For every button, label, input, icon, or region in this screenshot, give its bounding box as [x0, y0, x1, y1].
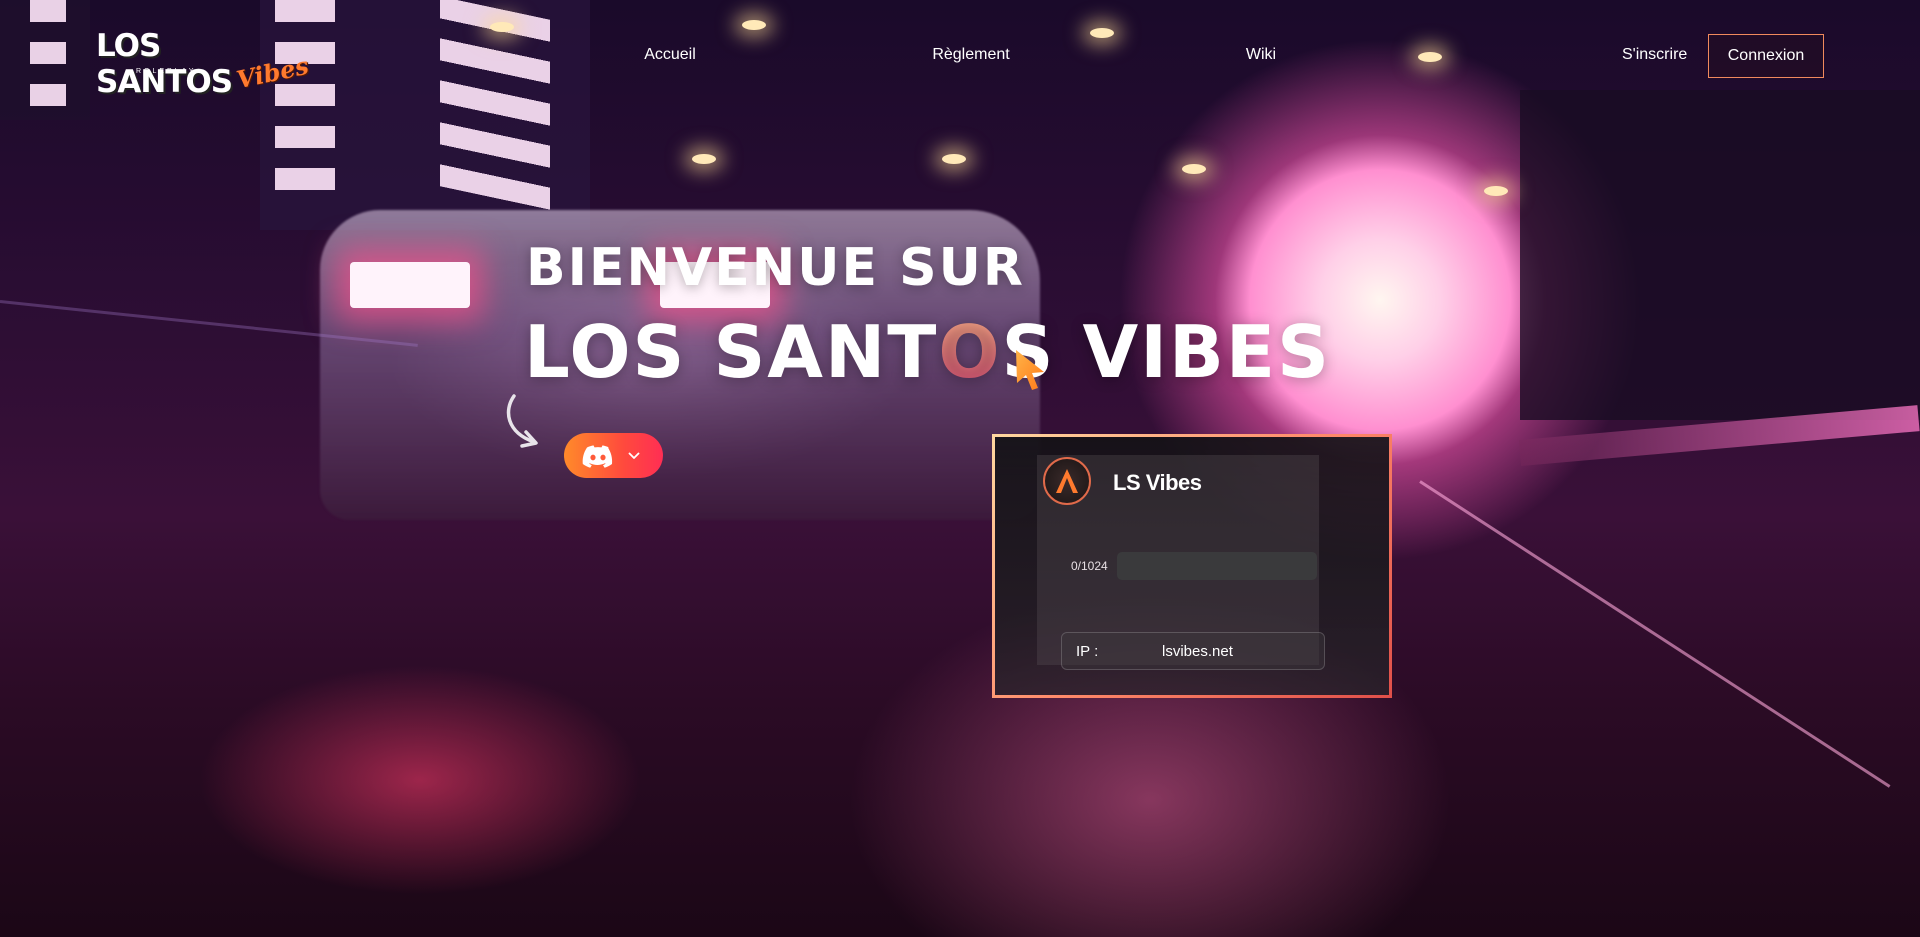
nav-link-wiki[interactable]: Wiki: [1246, 46, 1276, 64]
curved-arrow-icon: [506, 394, 538, 448]
background-scene: [0, 0, 1920, 937]
car-tail-light: [350, 262, 470, 308]
chevron-down-icon: [628, 452, 640, 459]
login-button[interactable]: Connexion: [1708, 34, 1824, 78]
hero-title-part2: S VIBES: [1001, 310, 1331, 394]
hero-title-part1: LOS SANT: [524, 310, 939, 394]
street-lamp: [1484, 186, 1508, 196]
server-status-card: LS Vibes 0/1024 IP : lsvibes.net: [992, 434, 1392, 698]
hero-title-accent: O: [938, 310, 1002, 394]
road-line: [1419, 480, 1891, 788]
street-lamp: [942, 154, 966, 164]
street-lamp: [692, 154, 716, 164]
ip-value[interactable]: lsvibes.net: [1162, 643, 1233, 660]
nav-link-accueil[interactable]: Accueil: [644, 46, 696, 64]
cursor-icon: [1016, 350, 1044, 390]
discord-dropdown-button[interactable]: [564, 433, 663, 478]
top-navbar: LOS SANTOS ROLEPLAY Vibes Accueil Règlem…: [0, 0, 1920, 112]
players-count: 0/1024: [1071, 559, 1108, 573]
discord-icon: [582, 444, 613, 468]
register-link[interactable]: S'inscrire: [1622, 46, 1687, 64]
server-logo-icon: [1043, 457, 1091, 505]
server-logo-glyph: [1056, 469, 1078, 493]
nav-link-reglement[interactable]: Règlement: [932, 46, 1009, 64]
players-progress-bar: [1117, 552, 1317, 580]
site-logo[interactable]: LOS SANTOS ROLEPLAY Vibes: [96, 28, 311, 100]
hero-server-title: LOS SANTOS VIBES: [524, 310, 1331, 394]
background-building: [1520, 90, 1920, 420]
ip-label: IP :: [1076, 643, 1099, 660]
street-lamp: [1182, 164, 1206, 174]
server-ip-box[interactable]: IP : lsvibes.net: [1061, 632, 1325, 670]
hero-welcome-title: BIENVENUE SUR: [526, 238, 1025, 298]
server-name: LS Vibes: [1113, 470, 1202, 495]
logo-subtitle: ROLEPLAY: [136, 68, 197, 75]
